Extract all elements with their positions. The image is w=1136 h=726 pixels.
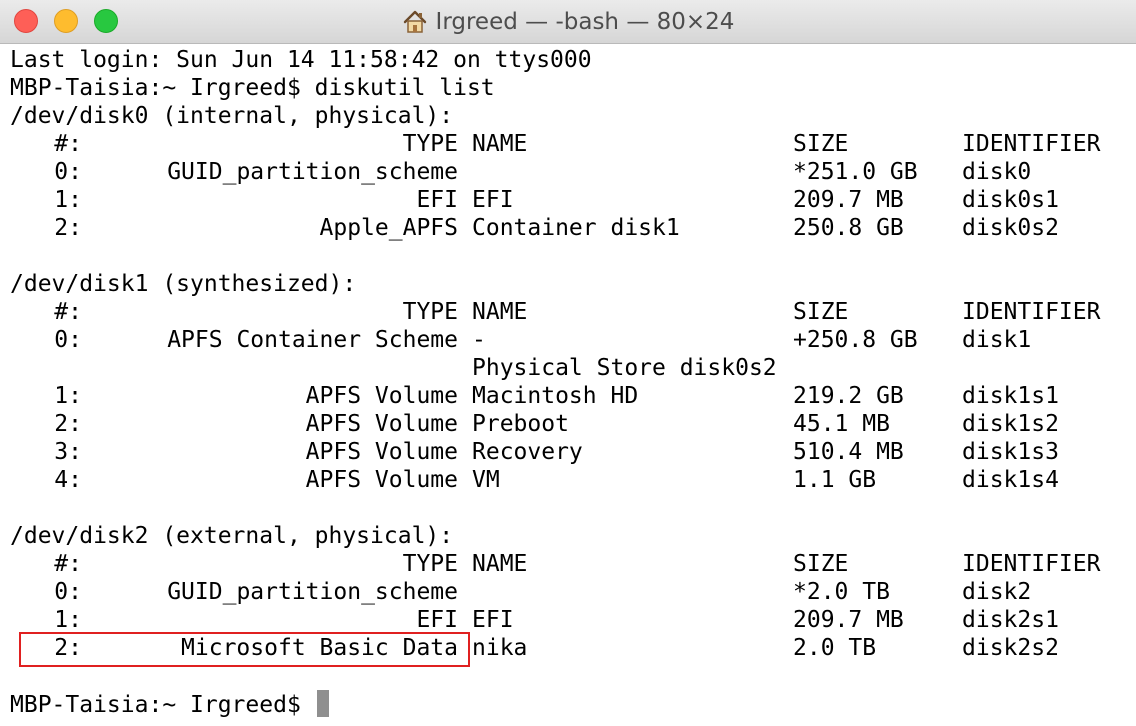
table-row: 4: APFS Volume VM 1.1 GB disk1s4 xyxy=(10,466,1059,494)
cell-identifier: disk0s1 xyxy=(962,187,1059,213)
disk-title: /dev/disk0 (internal, physical): xyxy=(10,103,454,129)
cell-name: EFI xyxy=(472,187,514,213)
cell-name: - xyxy=(472,327,486,353)
header-type: TYPE xyxy=(402,551,458,577)
cell-identifier: disk2s1 xyxy=(962,607,1059,633)
table-row: 0: GUID_partition_scheme *2.0 TB disk2 xyxy=(10,578,1031,606)
terminal-window: Irgreed — -bash — 80×24 Last login: Sun … xyxy=(0,0,1136,726)
cell-type: EFI xyxy=(416,607,458,633)
cell-identifier: disk1s2 xyxy=(962,411,1059,437)
cell-identifier: disk1s4 xyxy=(962,467,1059,493)
last-login-line: Last login: Sun Jun 14 11:58:42 on ttys0… xyxy=(10,47,592,73)
cell-type: Apple_APFS xyxy=(319,215,458,241)
cell-size: +250.8 GB xyxy=(793,327,918,353)
cell-identifier: disk1s3 xyxy=(962,439,1059,465)
table-header: #: TYPE NAME SIZE IDENTIFIER xyxy=(10,298,1100,326)
header-identifier: IDENTIFIER xyxy=(962,551,1101,577)
cell-name: nika xyxy=(472,635,528,661)
cell-size: 219.2 GB xyxy=(793,383,904,409)
table-row: 2: Apple_APFS Container disk1 250.8 GB disk0… xyxy=(10,214,1059,242)
header-identifier: IDENTIFIER xyxy=(962,131,1101,157)
home-icon xyxy=(402,9,428,35)
cell-name: Recovery xyxy=(472,439,583,465)
table-row: 2: APFS Volume Preboot 45.1 MB disk1s2 xyxy=(10,410,1059,438)
cell-name: Preboot xyxy=(472,411,569,437)
table-row: 1: EFI EFI 209.7 MB disk2s1 xyxy=(10,606,1059,634)
cell-identifier: disk2s2 xyxy=(962,635,1059,661)
header-type: TYPE xyxy=(402,299,458,325)
cell-type: GUID_partition_scheme xyxy=(167,579,458,605)
cell-size: 45.1 MB xyxy=(793,411,890,437)
cell-type: GUID_partition_scheme xyxy=(167,159,458,185)
header-size: SIZE xyxy=(793,131,849,157)
header-type: TYPE xyxy=(402,131,458,157)
table-row: 0: GUID_partition_scheme *251.0 GB disk0 xyxy=(10,158,1031,186)
cell-identifier: disk1s1 xyxy=(962,383,1059,409)
cell-identifier: disk1 xyxy=(962,327,1032,353)
cell-identifier: disk2 xyxy=(962,579,1032,605)
header-name: NAME xyxy=(472,299,528,325)
prompt-line[interactable]: MBP-Taisia:~ Irgreed$ xyxy=(10,690,592,718)
disk-title: /dev/disk2 (external, physical): xyxy=(10,523,454,549)
header-size: SIZE xyxy=(793,551,849,577)
disk-list: /dev/disk0 (internal, physical): #: TYPE NA… xyxy=(10,102,1100,662)
cell-name: Physical Store disk0s2 xyxy=(472,355,777,381)
cell-type: APFS Volume xyxy=(305,383,458,409)
table-row: 1: APFS Volume Macintosh HD 219.2 GB disk1s1 xyxy=(10,382,1059,410)
table-header: #: TYPE NAME SIZE IDENTIFIER xyxy=(10,550,1100,578)
table-row: 1: EFI EFI 209.7 MB disk0s1 xyxy=(10,186,1059,214)
cell-size: 250.8 GB xyxy=(793,215,904,241)
cell-name: Macintosh HD xyxy=(472,383,639,409)
cell-type: EFI xyxy=(416,187,458,213)
cell-type: APFS Container Scheme xyxy=(167,327,458,353)
cell-size: 209.7 MB xyxy=(793,187,904,213)
cell-type: APFS Volume xyxy=(305,411,458,437)
window-title: Irgreed — -bash — 80×24 xyxy=(435,8,735,35)
header-size: SIZE xyxy=(793,299,849,325)
cell-size: 510.4 MB xyxy=(793,439,904,465)
cell-type: APFS Volume xyxy=(305,467,458,493)
cell-name: EFI xyxy=(472,607,514,633)
cell-identifier: disk0 xyxy=(962,159,1032,185)
cell-size: *251.0 GB xyxy=(793,159,918,185)
cell-type: Microsoft Basic Data xyxy=(181,635,458,661)
table-row: 2: Microsoft Basic Data nika 2.0 TB disk2s2 xyxy=(10,634,1059,662)
command-line: MBP-Taisia:~ Irgreed$ diskutil list xyxy=(10,75,495,101)
cell-name: Container disk1 xyxy=(472,215,680,241)
cell-size: 1.1 GB xyxy=(793,467,877,493)
table-row: 0: APFS Container Scheme - +250.8 GB disk1 xyxy=(10,326,1031,354)
table-row: Physical Store disk0s2 xyxy=(10,354,777,382)
cell-size: 209.7 MB xyxy=(793,607,904,633)
disk-title: /dev/disk1 (synthesized): xyxy=(10,271,357,297)
title-bar[interactable]: Irgreed — -bash — 80×24 xyxy=(0,0,1136,44)
cell-type: APFS Volume xyxy=(305,439,458,465)
table-row: 3: APFS Volume Recovery 510.4 MB disk1s3 xyxy=(10,438,1059,466)
shell-prompt: MBP-Taisia:~ Irgreed$ xyxy=(10,692,315,718)
header-name: NAME xyxy=(472,551,528,577)
cell-size: 2.0 TB xyxy=(793,635,877,661)
table-header: #: TYPE NAME SIZE IDENTIFIER xyxy=(10,130,1100,158)
header-name: NAME xyxy=(472,131,528,157)
cell-size: *2.0 TB xyxy=(793,579,890,605)
header-identifier: IDENTIFIER xyxy=(962,299,1101,325)
window-title-area: Irgreed — -bash — 80×24 xyxy=(0,0,1136,43)
text-cursor xyxy=(316,690,329,717)
cell-name: VM xyxy=(472,467,500,493)
cell-identifier: disk0s2 xyxy=(962,215,1059,241)
terminal-output[interactable]: Last login: Sun Jun 14 11:58:42 on ttys0… xyxy=(10,46,1100,718)
